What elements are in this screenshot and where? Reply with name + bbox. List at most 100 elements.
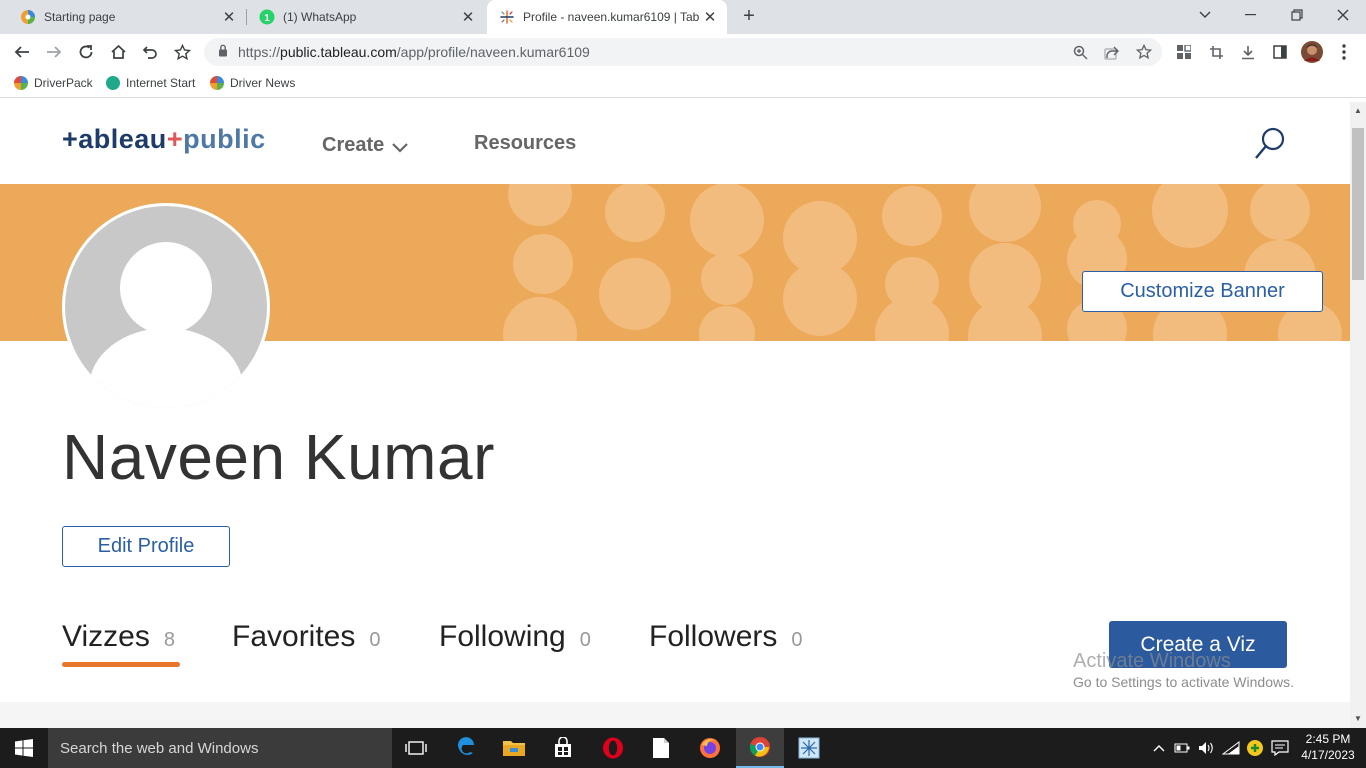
bookmark-label: DriverPack bbox=[34, 76, 93, 90]
bookmark-internet-start[interactable]: Internet Start bbox=[106, 76, 195, 90]
address-bar[interactable]: https://public.tableau.com/app/profile/n… bbox=[204, 38, 1162, 66]
bookmarks-bar: DriverPack Internet Start Driver News bbox=[0, 70, 1366, 98]
tab-label: Favorites bbox=[232, 620, 356, 653]
volume-icon[interactable] bbox=[1196, 728, 1218, 768]
nav-resources[interactable]: Resources bbox=[474, 132, 576, 155]
close-tab-icon[interactable]: ✕ bbox=[218, 8, 240, 26]
task-view-icon[interactable] bbox=[392, 728, 440, 768]
nav-resources-label: Resources bbox=[474, 132, 577, 154]
clock-time: 2:45 PM bbox=[1305, 732, 1351, 746]
profile-name: Naveen Kumar bbox=[62, 421, 495, 493]
browser-toolbar: https://public.tableau.com/app/profile/n… bbox=[0, 34, 1366, 70]
chrome-icon[interactable] bbox=[736, 728, 784, 768]
clock-date: 4/17/2023 bbox=[1301, 748, 1355, 762]
restore-button[interactable] bbox=[1274, 0, 1320, 30]
close-tab-icon[interactable]: ✕ bbox=[699, 8, 721, 26]
back-icon[interactable] bbox=[9, 39, 35, 65]
scrollbar-thumb[interactable] bbox=[1352, 128, 1364, 280]
url-text: https://public.tableau.com/app/profile/n… bbox=[238, 44, 590, 60]
chevron-down-icon bbox=[392, 136, 409, 159]
edit-profile-button[interactable]: Edit Profile bbox=[62, 526, 230, 567]
bookmark-page-star-icon[interactable] bbox=[1133, 41, 1155, 63]
avatar[interactable] bbox=[62, 203, 270, 411]
tab-search-chevron-icon[interactable] bbox=[1182, 0, 1228, 30]
security-tray-icon[interactable] bbox=[1244, 728, 1266, 768]
bookmark-driverpack[interactable]: DriverPack bbox=[14, 76, 93, 90]
watermark-title: Activate Windows bbox=[1073, 650, 1231, 672]
watermark-subtitle: Go to Settings to activate Windows. bbox=[1073, 674, 1294, 690]
scroll-up-arrow-icon[interactable]: ▲ bbox=[1354, 106, 1362, 115]
bookmark-label: Internet Start bbox=[126, 76, 196, 90]
side-panel-icon[interactable] bbox=[1267, 39, 1293, 65]
store-icon[interactable] bbox=[539, 728, 587, 768]
system-clock[interactable]: 2:45 PM 4/17/2023 bbox=[1296, 731, 1360, 763]
tableau-public-profile-page: +ableau+public Create Resources Customiz… bbox=[0, 102, 1350, 702]
nav-create[interactable]: Create bbox=[322, 132, 409, 159]
taskbar-search-input[interactable]: Search the web and Windows bbox=[48, 728, 392, 768]
tab-title: Starting page bbox=[44, 10, 116, 24]
driverpack-icon bbox=[20, 9, 36, 25]
download-icon[interactable] bbox=[1235, 39, 1261, 65]
menu-kebab-icon[interactable] bbox=[1331, 39, 1357, 65]
tab-title: (1) WhatsApp bbox=[283, 10, 357, 24]
tab-label: Vizzes bbox=[62, 620, 150, 653]
scroll-down-arrow-icon[interactable]: ▼ bbox=[1354, 714, 1362, 723]
tray-overflow-chevron-icon[interactable] bbox=[1150, 728, 1168, 768]
tab-following[interactable]: Following 0 bbox=[439, 620, 591, 654]
tab-whatsapp[interactable]: 1 (1) WhatsApp ✕ bbox=[247, 0, 485, 34]
tab-tableau-profile[interactable]: Profile - naveen.kumar6109 | Tab ✕ bbox=[487, 0, 727, 34]
tab-vizzes[interactable]: Vizzes 8 bbox=[62, 620, 175, 654]
tableau-public-logo[interactable]: +ableau+public bbox=[62, 124, 266, 155]
tab-count: 0 bbox=[369, 629, 381, 651]
action-center-icon[interactable] bbox=[1268, 728, 1292, 768]
page-scrollbar[interactable]: ▲ ▼ bbox=[1350, 102, 1366, 728]
lock-icon[interactable] bbox=[218, 44, 228, 62]
bookmark-driver-news[interactable]: Driver News bbox=[210, 76, 295, 90]
active-tab-indicator bbox=[62, 662, 180, 667]
wifi-icon[interactable] bbox=[1220, 728, 1242, 768]
crop-icon[interactable] bbox=[1203, 39, 1229, 65]
tableau-icon bbox=[499, 9, 515, 25]
forward-icon[interactable] bbox=[41, 39, 67, 65]
tab-count: 0 bbox=[791, 629, 803, 651]
bookmark-star-icon[interactable] bbox=[169, 39, 195, 65]
search-icon[interactable] bbox=[1252, 126, 1288, 162]
firefox-icon[interactable] bbox=[686, 728, 734, 768]
zoom-icon[interactable] bbox=[1069, 41, 1091, 63]
minimize-button[interactable] bbox=[1228, 0, 1274, 30]
battery-icon[interactable] bbox=[1172, 728, 1192, 768]
driverpack-icon bbox=[14, 76, 28, 90]
file-explorer-icon[interactable] bbox=[490, 728, 538, 768]
tab-favorites[interactable]: Favorites 0 bbox=[232, 620, 381, 654]
activate-windows-watermark: Activate Windows Go to Settings to activ… bbox=[1073, 650, 1294, 690]
tab-title: Profile - naveen.kumar6109 | Tab bbox=[523, 10, 699, 24]
svg-text:1: 1 bbox=[264, 13, 270, 24]
page-content-lower bbox=[0, 702, 1350, 728]
customize-banner-button[interactable]: Customize Banner bbox=[1082, 271, 1323, 312]
snipping-tool-icon[interactable] bbox=[785, 728, 833, 768]
opera-icon[interactable] bbox=[589, 728, 637, 768]
close-tab-icon[interactable]: ✕ bbox=[457, 8, 479, 26]
driverpack-icon bbox=[210, 76, 224, 90]
share-icon[interactable] bbox=[1101, 41, 1123, 63]
tab-followers[interactable]: Followers 0 bbox=[649, 620, 803, 654]
document-icon[interactable] bbox=[637, 728, 685, 768]
internet-start-icon bbox=[106, 76, 120, 90]
undo-icon[interactable] bbox=[137, 39, 163, 65]
windows-start-icon[interactable] bbox=[0, 728, 48, 768]
edge-browser-icon[interactable] bbox=[442, 728, 490, 768]
tab-label: Followers bbox=[649, 620, 778, 653]
avatar-placeholder-head bbox=[120, 242, 212, 334]
close-window-button[interactable] bbox=[1320, 0, 1366, 30]
tab-starting-page[interactable]: Starting page ✕ bbox=[0, 0, 246, 34]
profile-avatar[interactable] bbox=[1299, 39, 1325, 65]
windows-taskbar: Search the web and Windows 2:45 PM 4/17/… bbox=[0, 728, 1366, 768]
home-icon[interactable] bbox=[105, 39, 131, 65]
bookmark-label: Driver News bbox=[230, 76, 296, 90]
extensions-grid-icon[interactable] bbox=[1171, 39, 1197, 65]
tab-count: 8 bbox=[163, 629, 175, 651]
reload-icon[interactable] bbox=[73, 39, 99, 65]
browser-tab-strip: Starting page ✕ 1 (1) WhatsApp ✕ Profile… bbox=[0, 0, 1366, 34]
new-tab-button[interactable]: + bbox=[738, 6, 760, 28]
avatar-placeholder-body bbox=[89, 328, 243, 408]
